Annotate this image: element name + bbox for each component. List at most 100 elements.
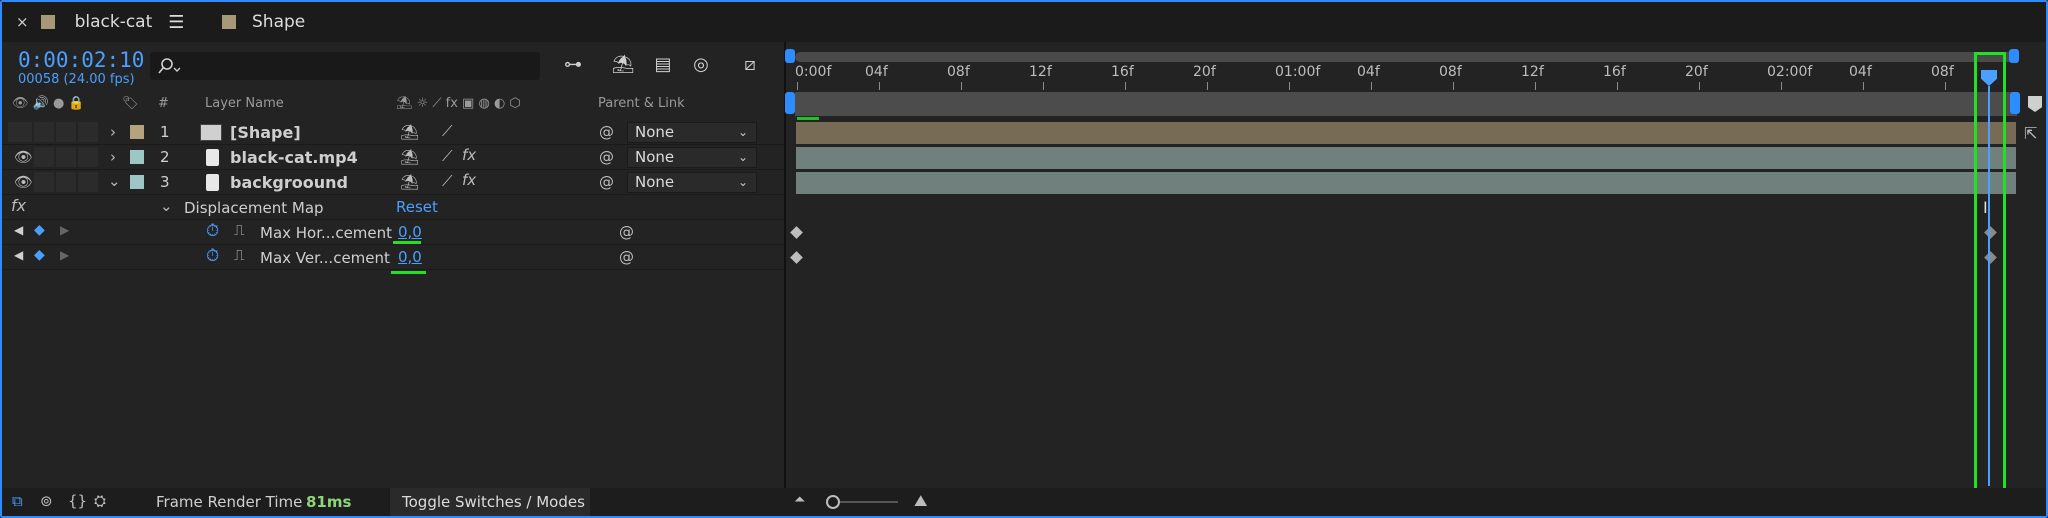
- chevron-down-icon[interactable]: ⌄: [160, 197, 173, 215]
- layer-bar-background[interactable]: [796, 172, 2016, 194]
- solo-switch[interactable]: [56, 122, 76, 142]
- solo-switch[interactable]: [56, 172, 76, 192]
- ruler-tick-label: 04f: [1849, 64, 1872, 80]
- expression-pickwhip-icon[interactable]: @: [619, 248, 634, 266]
- effect-row[interactable]: fx ⌄ Displacement Map Reset: [2, 195, 784, 220]
- audio-switch[interactable]: [34, 147, 54, 167]
- time-ruler[interactable]: 0:00f 04f 08f 12f 16f 20f 01:00f 04f 08f 12f 16f 20…: [795, 52, 2017, 90]
- effect-name[interactable]: Displacement Map: [184, 199, 324, 217]
- previous-keyframe-icon[interactable]: ◀: [14, 223, 23, 237]
- panel-menu-icon[interactable]: ☰: [168, 12, 184, 33]
- label-color-swatch[interactable]: [130, 150, 144, 164]
- time-navigator[interactable]: [795, 92, 2017, 116]
- graph-icon[interactable]: ⎍: [234, 221, 245, 239]
- ruler-tick-mark: [1453, 82, 1454, 90]
- add-keyframe-icon[interactable]: ◆: [34, 247, 45, 263]
- video-switch[interactable]: [8, 122, 32, 142]
- layer-name-header[interactable]: Layer Name: [205, 96, 284, 118]
- ruler-tick-label: 20f: [1193, 64, 1216, 80]
- shy-switch-icon[interactable]: ⛱: [400, 173, 419, 191]
- label-color-swatch[interactable]: [130, 125, 144, 139]
- toggle-switches-button[interactable]: Toggle Switches / Modes: [390, 488, 590, 516]
- previous-keyframe-icon[interactable]: ◀: [14, 248, 23, 262]
- parent-dropdown[interactable]: None ⌄: [627, 172, 757, 193]
- comp-button-icon[interactable]: ⇱: [2024, 124, 2037, 143]
- layer-search-input[interactable]: [150, 52, 540, 80]
- effects-switch-icon[interactable]: fx: [462, 146, 476, 164]
- ruler-tick-label: 0:00f: [795, 64, 832, 80]
- in-out-columns-icon[interactable]: {}: [68, 492, 87, 510]
- label-tag-icon[interactable]: 🏷: [122, 96, 139, 118]
- label-color-swatch[interactable]: [130, 175, 144, 189]
- ruler-tick-mark: [1699, 82, 1700, 90]
- ruler-tick-label: 02:00f: [1767, 64, 1813, 80]
- effects-switch-icon[interactable]: fx: [462, 171, 476, 189]
- comp-color-swatch: [40, 15, 55, 29]
- layer-bar-black-cat[interactable]: [796, 147, 2016, 169]
- expand-transfer-icon[interactable]: ⊚: [40, 492, 53, 510]
- layer-name[interactable]: black-cat.mp4: [230, 148, 358, 167]
- effect-fx-icon[interactable]: fx: [11, 196, 26, 215]
- add-keyframe-icon[interactable]: ◆: [34, 222, 45, 238]
- layer-name[interactable]: backgroound: [230, 173, 348, 192]
- graph-icon[interactable]: ⎍: [234, 246, 245, 264]
- navigator-end-handle[interactable]: [2010, 92, 2020, 114]
- lock-switch[interactable]: [78, 172, 98, 192]
- motion-blur-icon[interactable]: ◎: [688, 52, 714, 78]
- shy-switch-icon[interactable]: ⛱: [400, 123, 419, 141]
- quality-switch-icon[interactable]: ⟋: [442, 122, 453, 140]
- current-time-display[interactable]: 0:00:02:10: [18, 48, 144, 72]
- audio-switch[interactable]: [34, 172, 54, 192]
- shy-switch-icon[interactable]: ⛱: [400, 148, 419, 166]
- layer-bar-shape[interactable]: [796, 122, 2016, 144]
- zoom-in-icon[interactable]: ⛰: [914, 491, 927, 511]
- lock-switch[interactable]: [78, 122, 98, 142]
- chevron-down-icon[interactable]: ⌄: [108, 172, 121, 190]
- pickwhip-icon[interactable]: @: [599, 173, 614, 191]
- work-area-start-handle[interactable]: [785, 49, 795, 63]
- eye-icon[interactable]: 👁: [14, 173, 33, 191]
- comp-render-icon[interactable]: ⧉: [12, 492, 23, 510]
- tab-black-cat[interactable]: × black-cat ☰: [16, 2, 184, 42]
- parent-dropdown[interactable]: None ⌄: [627, 147, 757, 168]
- property-name: Max Ver...cement: [260, 249, 390, 267]
- audio-switch[interactable]: [34, 122, 54, 142]
- chevron-right-icon[interactable]: ›: [110, 148, 116, 166]
- effect-reset-button[interactable]: Reset: [396, 198, 438, 216]
- quality-switch-icon[interactable]: ⟋: [442, 172, 453, 190]
- layer-name[interactable]: [Shape]: [230, 123, 301, 142]
- stopwatch-icon[interactable]: ⏱: [206, 221, 219, 241]
- quality-switch-icon[interactable]: ⟋: [442, 147, 453, 165]
- stretch-columns-icon[interactable]: ⛭: [94, 492, 106, 510]
- layer-number: 2: [160, 148, 170, 166]
- shy-layers-icon[interactable]: ⛱: [610, 52, 636, 78]
- composition-flowchart-icon[interactable]: ⊶: [560, 52, 586, 78]
- lock-switch[interactable]: [78, 147, 98, 167]
- stopwatch-icon[interactable]: ⏱: [206, 246, 219, 266]
- pickwhip-icon[interactable]: @: [599, 123, 614, 141]
- tab-shape[interactable]: Shape: [222, 2, 305, 42]
- layer-row-3[interactable]: 👁 ⌄ 3 backgroound ⛱ ⟋ fx @ None ⌄: [2, 170, 784, 195]
- layer-row-1[interactable]: › 1 [Shape] ⛱ ⟋ @ None ⌄: [2, 120, 784, 145]
- navigator-start-handle[interactable]: [785, 92, 795, 114]
- graph-editor-icon[interactable]: ⧄: [737, 52, 763, 78]
- next-keyframe-icon[interactable]: ▶: [60, 248, 69, 262]
- pickwhip-icon[interactable]: @: [599, 148, 614, 166]
- next-keyframe-icon[interactable]: ▶: [60, 223, 69, 237]
- expression-pickwhip-icon[interactable]: @: [619, 223, 634, 241]
- chevron-right-icon[interactable]: ›: [110, 123, 116, 141]
- parent-dropdown[interactable]: None ⌄: [627, 122, 757, 143]
- value-highlight-underline: [393, 241, 421, 244]
- parent-link-header[interactable]: Parent & Link: [598, 96, 685, 118]
- eye-icon[interactable]: 👁: [14, 148, 33, 166]
- property-value[interactable]: 0,0: [398, 223, 422, 241]
- close-icon[interactable]: ×: [16, 13, 29, 31]
- zoom-slider-thumb[interactable]: [826, 495, 840, 509]
- layer-row-2[interactable]: 👁 › 2 black-cat.mp4 ⛱ ⟋ fx @ None ⌄: [2, 145, 784, 170]
- property-row[interactable]: ◀ ◆ ▶ ⏱ ⎍ Max Ver...cement 0,0 @: [2, 245, 784, 270]
- frame-blending-icon[interactable]: ▤: [650, 52, 676, 78]
- property-value[interactable]: 0,0: [398, 248, 422, 266]
- solo-switch[interactable]: [56, 147, 76, 167]
- zoom-out-icon[interactable]: ⏶: [794, 492, 805, 508]
- layer-number: 3: [160, 173, 170, 191]
